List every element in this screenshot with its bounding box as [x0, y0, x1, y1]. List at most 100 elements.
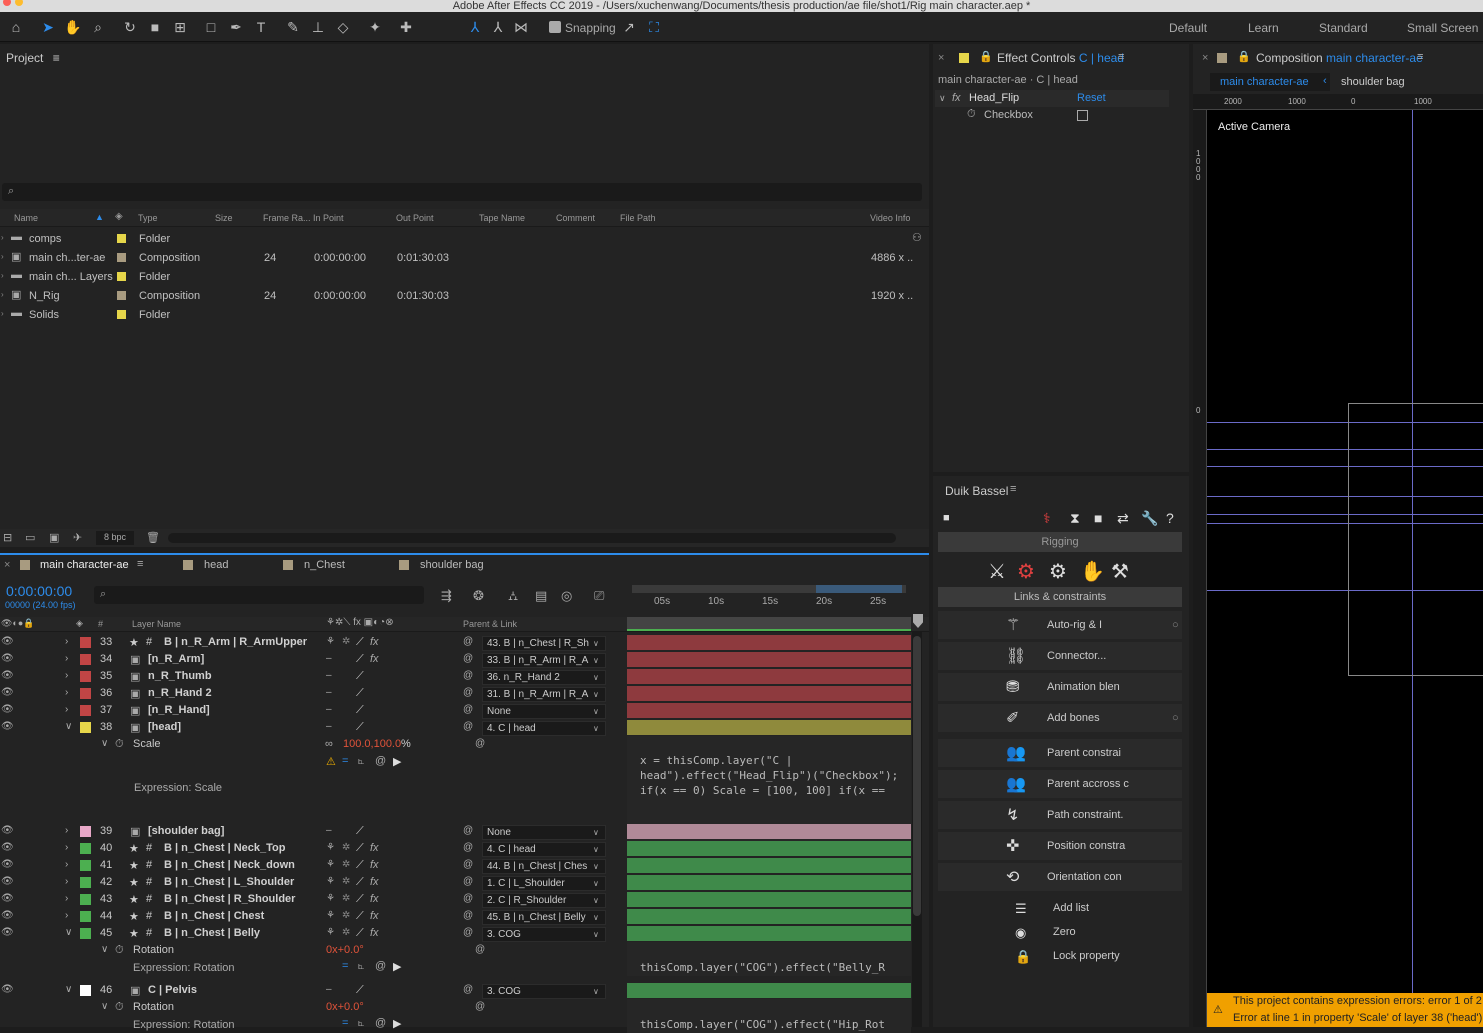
snap-edges-icon[interactable]: ↗ — [618, 16, 640, 38]
layer-row[interactable]: 👁 › 37 ▣ [n_R_Hand] ‒ ⟋ @ None ∨ — [0, 702, 928, 719]
quality-switch-icon[interactable]: ⟋ — [356, 876, 364, 889]
layer-duration-bar[interactable] — [627, 892, 911, 907]
pen-tool-icon[interactable]: ✒ — [225, 16, 247, 38]
selection-tool-icon[interactable]: ➤ — [37, 16, 59, 38]
workspace-learn[interactable]: Learn — [1248, 21, 1279, 35]
expression-text[interactable]: thisComp.layer("COG").effect("Hip_Rot — [640, 1018, 885, 1031]
quality-switch-icon[interactable]: ⟋ — [356, 927, 364, 940]
label-color-swatch[interactable] — [117, 291, 126, 300]
timeline-tab-head[interactable]: head — [204, 559, 228, 571]
collapse-switch-icon[interactable]: ✲ — [342, 927, 350, 938]
view-axis-icon[interactable]: ⋈ — [510, 16, 532, 38]
world-axis-icon[interactable]: ⅄ — [487, 16, 509, 38]
pick-whip-icon[interactable]: @ — [463, 984, 473, 995]
pick-whip-icon[interactable]: @ — [463, 670, 473, 681]
label-color-swatch[interactable] — [80, 860, 91, 871]
layer-row[interactable]: 👁 › 35 ▣ n_R_Thumb ‒ ⟋ @36. n_R_Hand 2 ∨ — [0, 668, 928, 685]
quality-switch-icon[interactable]: ⟋ — [356, 842, 364, 855]
expression-menu-icon[interactable]: ▶ — [393, 1017, 401, 1030]
time-ruler[interactable]: 05s 10s 15s 20s 25s — [632, 593, 906, 613]
parent-dropdown[interactable]: 33. B | n_R_Arm | R_A ∨ — [482, 653, 606, 668]
controllers-icon[interactable]: ⚙ — [1049, 559, 1067, 584]
pick-whip-icon[interactable]: @ — [463, 721, 473, 732]
tools-tab-icon[interactable]: 🔧 — [1141, 510, 1158, 527]
quality-switch-icon[interactable]: ⟋ — [356, 910, 364, 923]
layer-duration-bar[interactable] — [627, 983, 911, 998]
layer-duration-bar[interactable] — [627, 703, 911, 718]
label-color-swatch[interactable] — [80, 911, 91, 922]
expression-pickwhip-icon[interactable]: @ — [375, 1017, 386, 1029]
timeline-tab-shoulder[interactable]: shoulder bag — [420, 559, 484, 571]
quality-switch-icon[interactable]: ⟋ — [356, 636, 364, 649]
lock-icon[interactable]: 🔒 — [979, 50, 993, 63]
layer-duration-bar[interactable] — [627, 858, 911, 873]
checkbox-param-input[interactable] — [1077, 110, 1088, 121]
current-time-display[interactable]: 0:00:00:00 — [6, 583, 72, 599]
hand-tool-icon[interactable]: ✋ — [62, 16, 84, 38]
parent-dropdown[interactable]: 43. B | n_Chest | R_Sh ∨ — [482, 636, 606, 651]
expression-error-bar[interactable]: ⚠ This project contains expression error… — [1207, 993, 1483, 1027]
project-item-row[interactable]: › ▣ main ch...ter-ae Composition 24 0:00:00:0… — [0, 248, 928, 267]
stopwatch-icon[interactable]: ⏱ — [967, 108, 976, 121]
expression-pickwhip-icon[interactable]: @ — [375, 960, 386, 972]
visibility-eye-icon[interactable]: 👁 — [1, 670, 14, 681]
pick-whip-icon[interactable]: @ — [475, 1001, 485, 1012]
help-icon[interactable]: ? — [1166, 510, 1174, 526]
label-color-swatch[interactable] — [80, 688, 91, 699]
label-color-swatch[interactable] — [80, 826, 91, 837]
work-area-range[interactable] — [816, 585, 902, 593]
roto-brush-icon[interactable]: ✦ — [364, 16, 386, 38]
close-tab-icon[interactable]: × — [4, 559, 10, 571]
project-item-row[interactable]: › ▬ comps Folder — [0, 229, 928, 248]
quality-switch-icon[interactable]: ⟋ — [356, 721, 364, 734]
snapping-checkbox[interactable] — [549, 21, 561, 33]
pick-whip-icon[interactable]: @ — [463, 876, 473, 887]
shy-switch-icon[interactable]: ‒ — [326, 687, 332, 698]
composition-tab[interactable]: Composition main character-ae — [1256, 51, 1423, 65]
constrain-proportions-icon[interactable]: ∞ — [325, 738, 333, 750]
chevron-right-icon[interactable]: › — [65, 670, 68, 681]
shy-switch-icon[interactable]: ‒ — [326, 721, 332, 732]
quality-switch-icon[interactable]: ⟋ — [356, 653, 364, 666]
duik-button[interactable]: ⛓ Connector... — [938, 642, 1182, 670]
layer-duration-bar[interactable] — [627, 720, 911, 735]
layer-duration-bar[interactable] — [627, 652, 911, 667]
layer-duration-bar[interactable] — [627, 926, 911, 941]
note-icon[interactable]: ■ — [943, 512, 950, 524]
expression-text[interactable]: thisComp.layer("COG").effect("Belly_R — [640, 961, 885, 974]
chevron-right-icon[interactable]: › — [65, 876, 68, 887]
parent-dropdown[interactable]: 1. C | L_Shoulder ∨ — [482, 876, 606, 891]
new-composition-icon[interactable]: ▣ — [49, 531, 59, 544]
pick-whip-icon[interactable]: @ — [463, 859, 473, 870]
layer-bounding-box[interactable] — [1348, 403, 1483, 676]
project-item-row[interactable]: › ▬ main ch... Layers Folder — [0, 267, 928, 286]
layer-duration-bar[interactable] — [627, 875, 911, 890]
label-color-swatch[interactable] — [80, 722, 91, 733]
collapse-switch-icon[interactable]: ✲ — [342, 893, 350, 904]
visibility-eye-icon[interactable]: 👁 — [1, 653, 14, 664]
quality-switch-icon[interactable]: ⟋ — [356, 825, 364, 838]
layer-row[interactable]: 👁 › 42 ★ # B | n_Chest | L_Shoulder ⚘ ✲ ⟋ fx @1. C… — [0, 874, 928, 891]
shy-switch-icon[interactable]: ⚘ — [326, 859, 335, 870]
puppet-pin-icon[interactable]: ✚ — [395, 16, 417, 38]
new-folder-icon[interactable]: ▭ — [25, 531, 35, 544]
shy-layers-icon[interactable]: ⛼ — [508, 588, 518, 606]
duik-button[interactable]: ⚚ Auto-rig & I ○ — [938, 611, 1182, 639]
label-color-swatch[interactable] — [80, 637, 91, 648]
shy-switch-icon[interactable]: ‒ — [326, 984, 332, 995]
chevron-down-icon[interactable]: ∨ — [65, 984, 72, 995]
pick-whip-icon[interactable]: @ — [463, 653, 473, 664]
quality-switch-icon[interactable]: ⟋ — [356, 670, 364, 683]
chevron-right-icon[interactable]: › — [65, 687, 68, 698]
expression-graph-icon[interactable]: ⦜ — [358, 1017, 364, 1030]
quality-switch-icon[interactable]: ⟋ — [356, 893, 364, 906]
local-axis-icon[interactable]: ⅄ — [464, 16, 486, 38]
shy-switch-icon[interactable]: ⚘ — [326, 927, 335, 938]
duik-button[interactable]: ✐ Add bones ○ — [938, 704, 1182, 732]
col-video-info[interactable]: Video Info — [870, 213, 910, 225]
chevron-right-icon[interactable]: › — [1, 233, 4, 242]
quality-switch-icon[interactable]: ⟋ — [356, 859, 364, 872]
fx-icon[interactable]: fx — [370, 636, 379, 648]
parent-dropdown[interactable]: None ∨ — [482, 704, 606, 719]
visibility-eye-icon[interactable]: 👁 — [1, 842, 14, 853]
